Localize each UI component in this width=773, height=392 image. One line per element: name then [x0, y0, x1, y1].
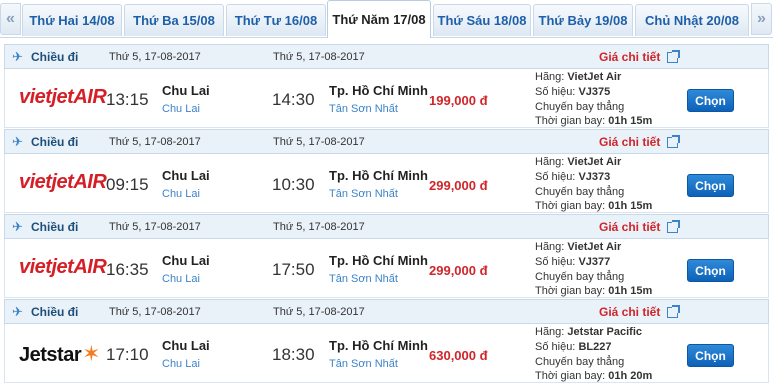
airline-info: Hãng: VietJet Air — [535, 71, 622, 83]
external-link-icon[interactable] — [667, 50, 680, 63]
departure-airport: Chu Lai — [162, 358, 200, 370]
ticket-price: 199,000 đ — [429, 93, 488, 108]
choose-flight-button[interactable]: Chọn — [687, 174, 734, 197]
ticket-price: 630,000 đ — [429, 348, 488, 363]
flight-type-info: Chuyến bay thẳng — [535, 271, 625, 283]
flight-header: ✈ Chiều đi Thứ 5, 17-08-2017 Thứ 5, 17-0… — [4, 214, 769, 239]
direction-label: Chiều đi — [31, 135, 79, 149]
flight-header: ✈ Chiều đi Thứ 5, 17-08-2017 Thứ 5, 17-0… — [4, 299, 769, 324]
choose-flight-button[interactable]: Chọn — [687, 89, 734, 112]
vietjet-logo: vietjetAIR — [19, 171, 107, 193]
external-link-icon[interactable] — [667, 305, 680, 318]
flight-row: ✈ Chiều đi Thứ 5, 17-08-2017 Thứ 5, 17-0… — [4, 44, 769, 128]
flight-body: vietjetAIR 09:15 Chu Lai Chu Lai 10:30 T… — [4, 154, 769, 213]
tab-date-1808[interactable]: Thứ Sáu 18/08 — [433, 4, 531, 36]
flight-row: ✈ Chiều đi Thứ 5, 17-08-2017 Thứ 5, 17-0… — [4, 214, 769, 298]
airline-info: Hãng: Jetstar Pacific — [535, 326, 643, 338]
arrival-date: Thứ 5, 17-08-2017 — [273, 221, 365, 233]
flight-type-info: Chuyến bay thẳng — [535, 186, 625, 198]
choose-flight-button[interactable]: Chọn — [687, 344, 734, 367]
jetstar-logo: Jetstar✶ — [19, 341, 101, 366]
arrival-time: 14:30 — [272, 90, 315, 109]
arrival-city: Tp. Hồ Chí Minh — [329, 253, 428, 268]
departure-date: Thứ 5, 17-08-2017 — [109, 136, 201, 148]
airplane-icon: ✈ — [12, 219, 23, 234]
vietjet-logo: vietjetAIR — [19, 86, 107, 108]
price-detail-link[interactable]: Giá chi tiết — [599, 220, 660, 234]
flight-body: Jetstar✶ 17:10 Chu Lai Chu Lai 18:30 Tp.… — [4, 324, 769, 383]
airplane-icon: ✈ — [12, 134, 23, 149]
ticket-price: 299,000 đ — [429, 178, 488, 193]
flight-header: ✈ Chiều đi Thứ 5, 17-08-2017 Thứ 5, 17-0… — [4, 129, 769, 154]
direction-label: Chiều đi — [31, 220, 79, 234]
next-dates-icon[interactable]: » — [751, 3, 772, 35]
departure-airport: Chu Lai — [162, 273, 200, 285]
arrival-date: Thứ 5, 17-08-2017 — [273, 51, 365, 63]
arrival-time: 17:50 — [272, 260, 315, 279]
departure-airport: Chu Lai — [162, 103, 200, 115]
arrival-airport: Tân Sơn Nhất — [329, 273, 398, 285]
departure-city: Chu Lai — [162, 83, 210, 98]
date-tab-bar: « Thứ Hai 14/08 Thứ Ba 15/08 Thứ Tư 16/0… — [0, 0, 773, 38]
airplane-icon: ✈ — [12, 304, 23, 319]
departure-date: Thứ 5, 17-08-2017 — [109, 51, 201, 63]
arrival-city: Tp. Hồ Chí Minh — [329, 338, 428, 353]
flight-number-info: Số hiệu: VJ373 — [535, 171, 611, 183]
flight-header: ✈ Chiều đi Thứ 5, 17-08-2017 Thứ 5, 17-0… — [4, 44, 769, 69]
flight-body: vietjetAIR 16:35 Chu Lai Chu Lai 17:50 T… — [4, 239, 769, 298]
tab-date-1408[interactable]: Thứ Hai 14/08 — [22, 4, 122, 36]
flight-number-info: Số hiệu: VJ377 — [535, 256, 611, 268]
vietjet-logo: vietjetAIR — [19, 256, 107, 278]
arrival-time: 10:30 — [272, 175, 315, 194]
ticket-price: 299,000 đ — [429, 263, 488, 278]
price-detail-link[interactable]: Giá chi tiết — [599, 50, 660, 64]
choose-flight-button[interactable]: Chọn — [687, 259, 734, 282]
departure-date: Thứ 5, 17-08-2017 — [109, 306, 201, 318]
departure-time: 16:35 — [106, 260, 149, 279]
flight-row: ✈ Chiều đi Thứ 5, 17-08-2017 Thứ 5, 17-0… — [4, 129, 769, 213]
flight-duration-info: Thời gian bay: 01h 20m — [535, 370, 653, 382]
flight-duration-info: Thời gian bay: 01h 15m — [535, 200, 653, 212]
departure-time: 09:15 — [106, 175, 149, 194]
prev-dates-icon[interactable]: « — [0, 3, 21, 35]
direction-label: Chiều đi — [31, 305, 79, 319]
arrival-time: 18:30 — [272, 345, 315, 364]
tab-date-1708-active[interactable]: Thứ Năm 17/08 — [327, 0, 431, 38]
departure-date: Thứ 5, 17-08-2017 — [109, 221, 201, 233]
direction-label: Chiều đi — [31, 50, 79, 64]
flight-row: ✈ Chiều đi Thứ 5, 17-08-2017 Thứ 5, 17-0… — [4, 299, 769, 383]
tab-date-1608[interactable]: Thứ Tư 16/08 — [226, 4, 326, 36]
price-detail-link[interactable]: Giá chi tiết — [599, 305, 660, 319]
airline-info: Hãng: VietJet Air — [535, 241, 622, 253]
flight-type-info: Chuyến bay thẳng — [535, 356, 625, 368]
departure-airport: Chu Lai — [162, 188, 200, 200]
price-detail-link[interactable]: Giá chi tiết — [599, 135, 660, 149]
arrival-date: Thứ 5, 17-08-2017 — [273, 306, 365, 318]
arrival-airport: Tân Sơn Nhất — [329, 103, 398, 115]
flight-duration-info: Thời gian bay: 01h 15m — [535, 285, 653, 297]
airplane-icon: ✈ — [12, 49, 23, 64]
flight-number-info: Số hiệu: VJ375 — [535, 86, 611, 98]
arrival-airport: Tân Sơn Nhất — [329, 358, 398, 370]
arrival-airport: Tân Sơn Nhất — [329, 188, 398, 200]
flight-body: vietjetAIR 13:15 Chu Lai Chu Lai 14:30 T… — [4, 69, 769, 128]
tab-date-2008[interactable]: Chủ Nhật 20/08 — [635, 4, 749, 36]
arrival-date: Thứ 5, 17-08-2017 — [273, 136, 365, 148]
external-link-icon[interactable] — [667, 220, 680, 233]
arrival-city: Tp. Hồ Chí Minh — [329, 168, 428, 183]
tab-date-1508[interactable]: Thứ Ba 15/08 — [124, 4, 224, 36]
flight-duration-info: Thời gian bay: 01h 15m — [535, 115, 653, 127]
airline-info: Hãng: VietJet Air — [535, 156, 622, 168]
tab-date-1908[interactable]: Thứ Bảy 19/08 — [533, 4, 633, 36]
departure-time: 17:10 — [106, 345, 149, 364]
flight-type-info: Chuyến bay thẳng — [535, 101, 625, 113]
departure-city: Chu Lai — [162, 168, 210, 183]
arrival-city: Tp. Hồ Chí Minh — [329, 83, 428, 98]
departure-city: Chu Lai — [162, 338, 210, 353]
external-link-icon[interactable] — [667, 135, 680, 148]
departure-city: Chu Lai — [162, 253, 210, 268]
flight-number-info: Số hiệu: BL227 — [535, 341, 612, 353]
departure-time: 13:15 — [106, 90, 149, 109]
